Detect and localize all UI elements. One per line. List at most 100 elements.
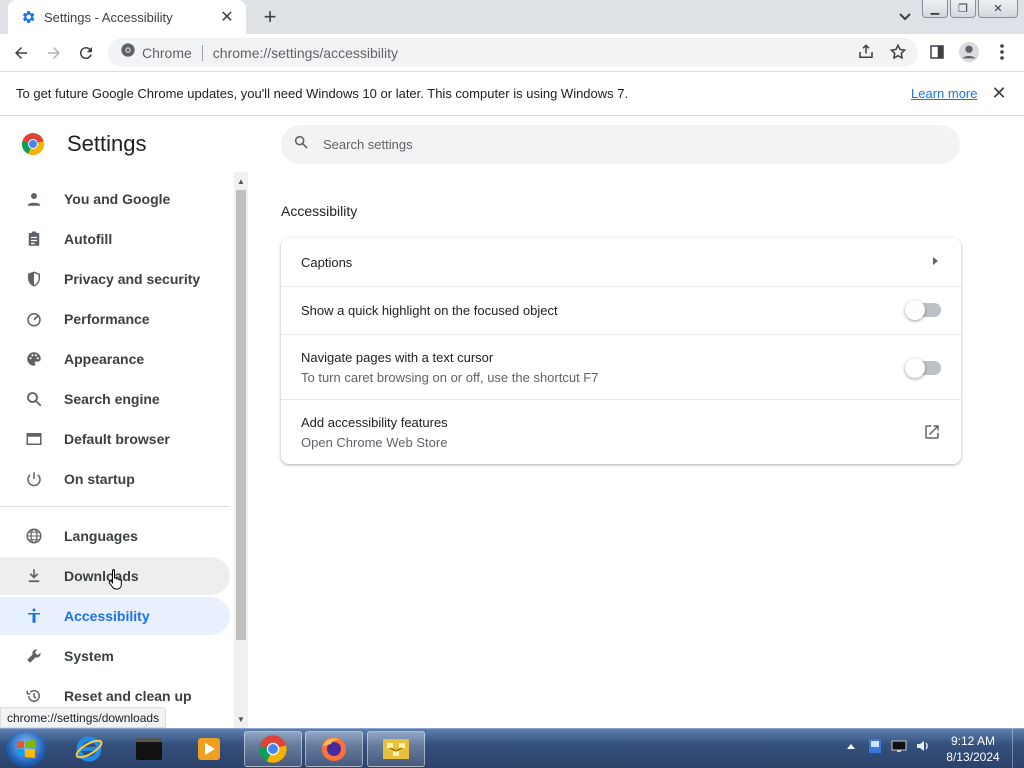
settings-header: Settings	[0, 117, 1024, 172]
omnibox-site-chip: Chrome	[142, 44, 192, 61]
forward-arrow-icon[interactable]	[42, 41, 66, 65]
media-player-icon[interactable]	[180, 731, 238, 767]
learn-more-link[interactable]: Learn more	[911, 86, 977, 101]
infobar-message: To get future Google Chrome updates, you…	[16, 86, 629, 101]
focus-highlight-toggle[interactable]	[905, 300, 941, 320]
sidebar-item-label: You and Google	[64, 191, 171, 207]
scroll-thumb[interactable]	[236, 190, 246, 640]
row-label: Add accessibility features	[301, 415, 448, 430]
hand-cursor-icon	[108, 568, 126, 595]
row-label: Navigate pages with a text cursor	[301, 350, 494, 365]
sidebar-item-system[interactable]: System	[0, 637, 230, 675]
volume-tray-icon[interactable]	[914, 737, 932, 755]
update-infobar: To get future Google Chrome updates, you…	[0, 71, 1024, 116]
open-in-new-icon[interactable]	[923, 423, 941, 441]
arrow-right-icon	[929, 255, 941, 267]
sidebar-item-label: Languages	[64, 528, 138, 544]
search-settings-box[interactable]	[281, 125, 960, 164]
person-icon	[24, 189, 44, 209]
show-desktop-button[interactable]	[1012, 729, 1024, 768]
row-sublabel: Open Chrome Web Store	[301, 435, 448, 450]
captions-row[interactable]: Captions	[281, 238, 961, 286]
reload-icon[interactable]	[74, 41, 98, 65]
search-input[interactable]	[323, 137, 923, 152]
sidebar-item-performance[interactable]: Performance	[0, 300, 230, 338]
profile-icon[interactable]	[958, 41, 980, 63]
sidebar-item-label: System	[64, 648, 114, 664]
side-panel-icon[interactable]	[926, 41, 948, 63]
add-features-row[interactable]: Add accessibility features Open Chrome W…	[281, 399, 961, 464]
gauge-icon	[24, 309, 44, 329]
sidebar-item-label: Default browser	[64, 431, 170, 447]
restore-icon[interactable]: ❐	[950, 0, 976, 18]
status-bubble-url: chrome://settings/downloads	[0, 707, 167, 728]
sidebar-item-you-and-google[interactable]: You and Google	[0, 180, 230, 218]
sidebar-item-default-browser[interactable]: Default browser	[0, 420, 230, 458]
tab-search-chevron-icon[interactable]	[894, 8, 916, 26]
sidebar-scrollbar[interactable]: ▲ ▼	[234, 172, 248, 728]
sidebar-item-label: On startup	[64, 471, 135, 487]
sidebar-item-appearance[interactable]: Appearance	[0, 340, 230, 378]
row-sublabel: To turn caret browsing on or off, use th…	[301, 370, 599, 385]
terminal-icon[interactable]	[120, 731, 178, 767]
clock-date: 8/13/2024	[946, 750, 1000, 764]
sidebar-item-label: Privacy and security	[64, 271, 201, 287]
search-icon	[293, 134, 309, 155]
shield-icon	[24, 269, 44, 289]
infobar-close-icon[interactable]: ✕	[990, 83, 1008, 103]
globe-icon	[24, 526, 44, 546]
sidebar-item-search-engine[interactable]: Search engine	[0, 380, 230, 418]
internet-explorer-icon[interactable]	[60, 731, 118, 767]
address-bar[interactable]: Chrome chrome://settings/accessibility	[108, 38, 918, 67]
chrome-icon[interactable]	[244, 731, 302, 767]
window-close-icon[interactable]: ✕	[978, 0, 1018, 18]
clipboard-icon	[24, 229, 44, 249]
section-title: Accessibility	[281, 203, 358, 219]
new-tab-plus-icon[interactable]: +	[258, 4, 282, 29]
history-icon	[24, 686, 44, 706]
firefox-icon[interactable]	[305, 731, 363, 767]
chrome-logo-icon	[21, 132, 45, 156]
windows-start-icon[interactable]	[6, 731, 46, 767]
network-app-icon[interactable]	[367, 731, 425, 767]
scroll-down-arrow-icon[interactable]: ▼	[234, 712, 248, 726]
sidebar-item-label: Autofill	[64, 231, 113, 247]
security-tray-icon[interactable]	[866, 737, 884, 755]
sidebar-item-on-startup[interactable]: On startup	[0, 460, 230, 498]
window-controls: ▁ ❐ ✕	[920, 0, 1018, 18]
sidebar-item-autofill[interactable]: Autofill	[0, 220, 230, 258]
settings-favicon-icon	[20, 9, 36, 25]
browser-tab-settings[interactable]: Settings - Accessibility ✕	[8, 0, 246, 34]
bookmark-star-icon[interactable]	[887, 41, 909, 63]
toggle-switch	[905, 358, 941, 378]
sidebar-item-label: Accessibility	[64, 608, 150, 624]
chrome-site-icon	[120, 42, 136, 63]
scroll-up-arrow-icon[interactable]: ▲	[234, 174, 248, 188]
sidebar-divider	[0, 506, 230, 507]
toggle-switch	[905, 300, 941, 320]
focus-highlight-row[interactable]: Show a quick highlight on the focused ob…	[281, 286, 961, 334]
sidebar-item-privacy-security[interactable]: Privacy and security	[0, 260, 230, 298]
download-icon	[24, 566, 44, 586]
kebab-menu-icon[interactable]	[991, 41, 1013, 63]
sidebar-item-accessibility[interactable]: Accessibility	[0, 597, 230, 635]
browser-window-icon	[24, 429, 44, 449]
settings-sidebar: You and Google Autofill Privacy and secu…	[0, 172, 234, 728]
caret-browsing-toggle[interactable]	[905, 358, 941, 378]
show-hidden-icons-icon[interactable]	[842, 737, 860, 755]
minimize-icon[interactable]: ▁	[922, 0, 948, 18]
caret-browsing-row[interactable]: Navigate pages with a text cursor To tur…	[281, 334, 961, 399]
omnibox-url: chrome://settings/accessibility	[212, 44, 398, 61]
back-arrow-icon[interactable]	[9, 41, 33, 65]
accessibility-card: Captions Show a quick highlight on the f…	[281, 238, 961, 464]
sidebar-item-languages[interactable]: Languages	[0, 517, 230, 555]
sidebar-item-label: Downloads	[64, 568, 139, 584]
taskbar-clock[interactable]: 9:12 AM 8/13/2024	[940, 733, 1006, 765]
display-tray-icon[interactable]	[890, 737, 908, 755]
wrench-icon	[24, 646, 44, 666]
share-icon[interactable]	[855, 41, 877, 63]
system-tray	[842, 737, 932, 755]
sidebar-item-label: Reset and clean up	[64, 688, 192, 704]
browser-toolbar: Chrome chrome://settings/accessibility	[0, 34, 1024, 71]
close-tab-icon[interactable]: ✕	[218, 8, 236, 26]
